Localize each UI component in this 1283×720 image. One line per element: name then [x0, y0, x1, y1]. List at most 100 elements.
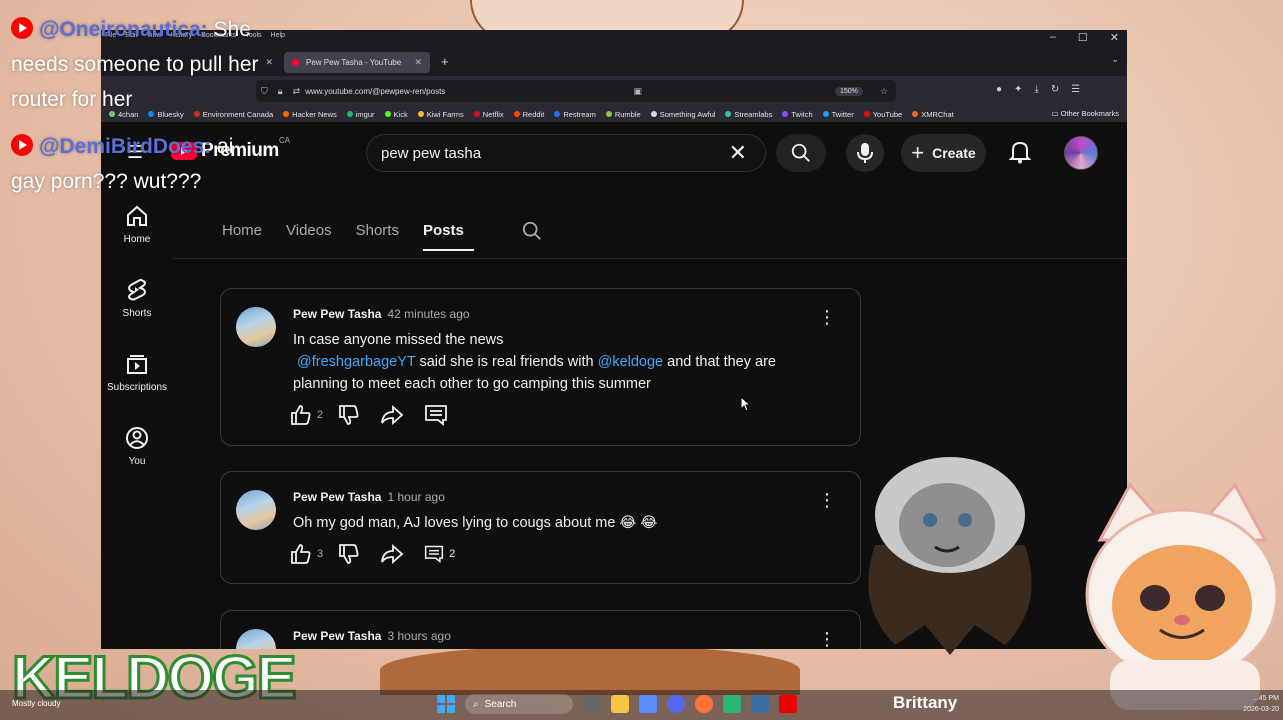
extensions-puzzle-icon[interactable]: ✦: [1014, 84, 1022, 95]
reader-view-icon[interactable]: ▣: [633, 86, 642, 97]
bookmark-item[interactable]: Twitter: [822, 109, 854, 119]
bookmark-item[interactable]: imgur: [346, 110, 375, 119]
community-post: Pew Pew Tasha 3 hours ago ⋮: [220, 610, 861, 649]
post-time[interactable]: 1 hour ago: [387, 490, 444, 504]
taskbar-search[interactable]: ⌕ Search: [465, 694, 573, 714]
youtube-app-icon[interactable]: [779, 695, 797, 713]
tab-close-icon[interactable]: ✕: [414, 57, 422, 68]
sidebar-item-subscriptions[interactable]: Subscriptions: [101, 352, 173, 393]
account-avatar[interactable]: [1064, 136, 1098, 170]
sidebar-item-shorts[interactable]: Shorts: [101, 278, 173, 319]
browser-tab-youtube[interactable]: Pew Pew Tasha - YouTube ✕: [284, 52, 430, 73]
maximize-icon[interactable]: ☐: [1078, 31, 1088, 44]
url-text[interactable]: www.youtube.com/@pewpew-ren/posts: [305, 87, 445, 96]
bookmark-label: Restream: [563, 109, 596, 119]
dislike-button[interactable]: [337, 403, 365, 427]
bookmark-favicon-icon: [513, 111, 520, 117]
plus-icon: +: [911, 140, 925, 165]
close-window-icon[interactable]: ✕: [1110, 31, 1119, 44]
bookmark-item[interactable]: Restream: [554, 110, 596, 119]
post-author[interactable]: Pew Pew Tasha: [293, 490, 381, 504]
bookmark-item[interactable]: YouTube: [863, 110, 902, 119]
chat-username: @Oneironautica:: [39, 18, 208, 41]
notifications-bell-icon[interactable]: [1008, 140, 1032, 169]
new-tab-icon[interactable]: +: [441, 54, 449, 69]
bookmark-item[interactable]: Streamlabs: [725, 110, 772, 119]
share-button[interactable]: [379, 403, 409, 427]
post-header: Pew Pew Tasha 42 minutes ago: [293, 307, 470, 321]
bookmark-star-icon[interactable]: ☆: [880, 86, 888, 97]
permissions-icon[interactable]: ⇄: [293, 86, 301, 97]
tab-list-chevron-icon[interactable]: ⌄: [1111, 54, 1119, 65]
you-icon: [126, 427, 148, 449]
other-bookmarks[interactable]: ▭ Other Bookmarks: [1051, 109, 1119, 118]
downloads-icon[interactable]: ⤓: [1034, 84, 1038, 95]
share-button[interactable]: [379, 542, 409, 566]
comment-icon: [425, 405, 448, 426]
bookmark-item[interactable]: XMRChat: [912, 110, 954, 119]
voice-search-button[interactable]: [846, 134, 884, 172]
app-menu-icon[interactable]: ☰: [1071, 84, 1080, 95]
post-author[interactable]: Pew Pew Tasha: [293, 307, 381, 321]
post-more-icon[interactable]: ⋮: [818, 630, 836, 648]
bookmark-item[interactable]: Netflix: [473, 110, 504, 119]
bookmark-item[interactable]: Kick: [384, 109, 408, 119]
bookmark-item[interactable]: Reddit: [513, 110, 544, 119]
minimize-icon[interactable]: –: [1050, 31, 1056, 44]
sidebar-item-you[interactable]: You: [101, 426, 173, 467]
firefox-icon[interactable]: [695, 695, 713, 713]
bookmark-favicon-icon: [346, 111, 353, 117]
channel-avatar[interactable]: [236, 490, 276, 530]
mention-link[interactable]: @freshgarbageYT: [297, 354, 415, 370]
post-more-icon[interactable]: ⋮: [818, 308, 836, 326]
sync-icon[interactable]: ↻: [1051, 84, 1059, 95]
task-view-icon[interactable]: [583, 695, 601, 713]
post-text-line: In case anyone missed the news: [293, 332, 504, 348]
search-button[interactable]: [776, 134, 826, 172]
app-icon[interactable]: [723, 695, 741, 713]
tab-shorts[interactable]: Shorts: [356, 222, 409, 251]
copilot-icon[interactable]: [639, 695, 657, 713]
tab-posts[interactable]: Posts: [422, 222, 474, 251]
windows-taskbar: Mostly cloudy ⌕ Search Brittany ...45 PM …: [0, 690, 1283, 720]
cat-vtuber-avatar: [1085, 482, 1279, 710]
like-button[interactable]: 2: [289, 403, 323, 427]
search-input[interactable]: pew pew tasha ✕: [366, 134, 766, 172]
clock-date: 2026-03-20: [1243, 706, 1279, 713]
file-explorer-icon[interactable]: [611, 695, 629, 713]
post-time[interactable]: 3 hours ago: [387, 629, 450, 643]
extension-icon[interactable]: ●: [996, 84, 1002, 95]
discord-icon[interactable]: [667, 695, 685, 713]
tab-videos[interactable]: Videos: [286, 222, 342, 251]
windows-start-icon[interactable]: [437, 695, 455, 713]
weather-widget[interactable]: Mostly cloudy: [12, 699, 60, 708]
app-icon[interactable]: [751, 695, 769, 713]
post-author[interactable]: Pew Pew Tasha: [293, 629, 381, 643]
channel-avatar[interactable]: [236, 307, 276, 347]
mention-link[interactable]: @keldoge: [598, 354, 664, 370]
clock[interactable]: ...45 PM 2026-03-20: [1243, 693, 1279, 715]
bookmark-label: Kick: [393, 109, 408, 119]
comments-button[interactable]: [423, 403, 453, 427]
bookmark-label: Twitter: [831, 109, 854, 119]
comments-button[interactable]: 2: [423, 544, 455, 564]
bookmark-item[interactable]: Twitch: [782, 110, 813, 119]
like-button[interactable]: 3: [289, 542, 323, 566]
bookmark-item[interactable]: Rumble: [605, 110, 641, 119]
bookmark-item[interactable]: Kiwi Farms: [417, 110, 464, 119]
zoom-level[interactable]: 150%: [835, 86, 863, 96]
post-actions: 3 2: [289, 542, 469, 566]
bookmark-item[interactable]: Hacker News: [283, 110, 337, 119]
clear-search-icon[interactable]: ✕: [729, 140, 747, 166]
tab-home[interactable]: Home: [222, 222, 272, 251]
channel-search-icon[interactable]: [521, 220, 543, 247]
sidebar-item-home[interactable]: Home: [101, 204, 173, 245]
bookmark-label: Something Awful: [659, 109, 716, 119]
tabs-divider: [173, 258, 1127, 259]
create-button[interactable]: + Create: [901, 134, 986, 172]
bookmark-item[interactable]: Something Awful: [650, 109, 716, 119]
post-time[interactable]: 42 minutes ago: [387, 307, 469, 321]
dislike-button[interactable]: [337, 542, 365, 566]
url-bar[interactable]: ⛉ 🔒︎ ⇄ www.youtube.com/@pewpew-ren/posts…: [256, 80, 896, 102]
post-more-icon[interactable]: ⋮: [818, 491, 836, 509]
